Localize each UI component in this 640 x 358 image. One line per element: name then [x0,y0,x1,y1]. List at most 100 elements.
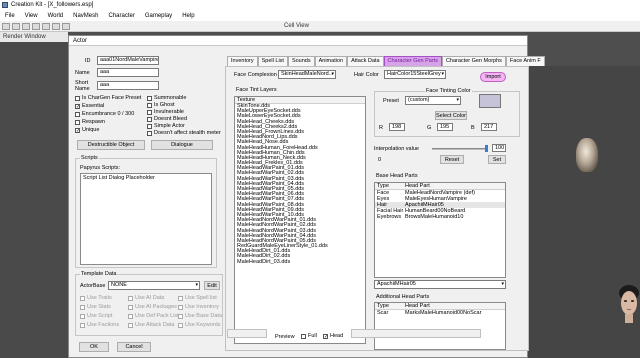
use-attack-data-checkbox[interactable]: Use Attack Data [128,322,174,328]
additional-type-column-header[interactable]: Type [375,303,403,309]
use-base-data-checkbox[interactable]: Use Base Data [178,313,222,319]
actorbase-select[interactable]: NONE [108,281,200,290]
tab-attack-data[interactable]: Attack Data [347,56,384,66]
is-ghost-checkbox[interactable]: Is Ghost [147,102,174,108]
essential-checkbox[interactable]: ✓ Essential [75,103,104,109]
use-stats-checkbox[interactable]: Use Stats [80,304,111,310]
additional-head-parts-header: Type Head Part [375,303,505,310]
respawn-checkbox[interactable]: Respawn [75,119,105,125]
tab-spell-list[interactable]: Spell List [257,56,288,66]
title-bar: Creation Kit - [X_followers.esp] [0,0,640,10]
head-part-column-header[interactable]: Head Part [403,183,505,189]
additional-head-part-column-header[interactable]: Head Part [403,303,505,309]
invulnerable-checkbox[interactable]: Invulnerable [147,109,184,115]
toolbar-undo-icon[interactable] [32,22,40,30]
simple-actor-checkbox[interactable]: Simple Actor [147,123,185,129]
render-viewport[interactable] [528,66,640,358]
r-value-field[interactable]: 198 [389,123,405,131]
preset-label: Preset [383,98,399,104]
interpolation-value-field[interactable]: 100 [492,144,506,152]
interpolation-slider-thumb[interactable] [485,145,488,152]
destructible-object-button[interactable]: Destructible Object [77,140,145,150]
tab-sounds[interactable]: Sounds [287,56,315,66]
toolbar-save-icon[interactable] [22,22,30,30]
ok-button[interactable]: OK [79,342,109,352]
use-def-pack-list-checkbox[interactable]: Use Def Pack List [128,313,179,319]
menu-view[interactable]: View [20,13,43,19]
preset-select[interactable]: (custom) [405,96,461,105]
head-part-select[interactable]: ApachiiMHair05 [374,280,506,289]
menu-navmesh[interactable]: NavMesh [68,13,103,19]
use-keywords-checkbox[interactable]: Use Keywords [178,322,220,328]
full-checkbox[interactable]: Full [301,333,317,339]
base-head-parts-label: Base Head Parts [376,173,418,179]
use-ai-packages-checkbox[interactable]: Use AI Packages [128,304,177,310]
menu-world[interactable]: World [43,13,69,19]
tab-bar: Inventory Spell List Sounds Animation At… [227,56,545,66]
g-value-field[interactable]: 195 [437,123,453,131]
tab-character-gen-morphs[interactable]: Character Gen Morphs [441,56,506,66]
additional-part-row-scar[interactable]: Scar MarksMaleHumanoid00NoScar [375,310,505,316]
tab-face-anim[interactable]: Face Anim F [505,56,545,66]
render-window[interactable]: Render Window [0,32,68,358]
toolbar-new-icon[interactable] [2,22,10,30]
tab-character-gen-parts[interactable]: Character Gen Parts [383,56,442,66]
toolbar-move-icon[interactable] [52,22,60,30]
use-traits-checkbox[interactable]: Use Traits [80,295,112,301]
summonable-checkbox[interactable]: Summonable [147,95,186,101]
use-ai-data-checkbox[interactable]: Use AI Data [128,295,164,301]
menu-gameplay[interactable]: Gameplay [140,13,177,19]
cancel-button[interactable]: Cancel [117,342,151,352]
face-tinting-color-title: Face Tinting Color [425,88,472,94]
face-complexion-label: Face Complexion [234,72,277,78]
window-title: Creation Kit - [X_followers.esp] [11,2,94,8]
interpolation-label: Interpolation value [374,146,419,152]
import-button[interactable]: Import [480,72,506,82]
use-script-checkbox[interactable]: Use Script [80,313,112,319]
chargen-preset-checkbox[interactable]: Is CharGen Face Preset [75,95,141,101]
encumbrance-checkbox[interactable]: Encumbrance 0 / 300 [75,111,134,117]
face-tint-layers-label: Face Tint Layers [236,87,277,93]
face-tinting-color-group: Face Tinting Color Preset (custom) Selec… [374,88,520,137]
use-inventory-checkbox[interactable]: Use Inventory [178,304,219,310]
doesnt-bleed-checkbox[interactable]: Doesnt Bleed [147,116,187,122]
select-color-button[interactable]: Select Color [435,111,467,120]
tab-inventory[interactable]: Inventory [227,56,258,66]
use-spell-list-checkbox[interactable]: Use Spell list [178,295,217,301]
toolbar-redo-icon[interactable] [42,22,50,30]
toolbar-open-icon[interactable] [12,22,20,30]
stealth-meter-checkbox[interactable]: Doesn't affect stealth meter [147,130,221,136]
hair-color-select[interactable]: HairColor15SteelGrey [384,70,446,79]
reset-button[interactable]: Reset [440,155,464,164]
b-value-field[interactable]: 217 [481,123,497,131]
interpolation-slider-track[interactable] [432,148,488,150]
menu-character[interactable]: Character [103,13,139,19]
edit-template-button[interactable]: Edit [204,281,220,290]
tab-animation[interactable]: Animation [314,56,348,66]
character-gen-parts-panel: Face Complexion SkinHeadMaleNord... Hair… [225,66,529,351]
short-name-field[interactable]: aaa [97,81,159,90]
script-list[interactable]: Script List Dialog Placeholder [80,173,212,265]
toolbar-rotate-icon[interactable] [62,22,70,30]
scripts-group: Scripts Papyrus Scripts: Script List Dia… [75,155,217,268]
additional-head-parts-label: Additional Head Parts [376,294,430,300]
hair-color-label: Hair Color [354,72,379,78]
hair-mesh-preview [576,138,598,172]
menu-file[interactable]: File [0,13,20,19]
name-field[interactable]: aaa [97,68,159,77]
base-head-parts-table[interactable]: Type Head Part Face MaleHeadNordVampire (… [374,182,506,278]
additional-head-parts-table[interactable]: Type Head Part Scar MarksMaleHumanoid00No… [374,302,506,350]
base-part-row-eyebrows[interactable]: Eyebrows BrowsMaleHumanoid10 [375,214,505,220]
face-tint-layers-list[interactable]: Texture SkinTone.dds MaleUpperEyeSocket.d… [234,96,366,344]
unique-checkbox[interactable]: ✓ Unique [75,127,99,133]
dialogue-button[interactable]: Dialogue [151,140,213,150]
type-column-header[interactable]: Type [375,183,403,189]
head-checkbox[interactable]: ✓ Head [323,333,343,339]
face-complexion-select[interactable]: SkinHeadMaleNord... [278,70,336,79]
use-factions-checkbox[interactable]: Use Factions [80,322,119,328]
set-button[interactable]: Set [488,155,506,164]
texture-row[interactable]: MaleHeadDirt_03.dds [235,259,365,265]
menu-help[interactable]: Help [177,13,199,19]
id-field[interactable]: aaa01NordMaleVampire [97,56,159,65]
tint-color-swatch[interactable] [479,94,501,108]
